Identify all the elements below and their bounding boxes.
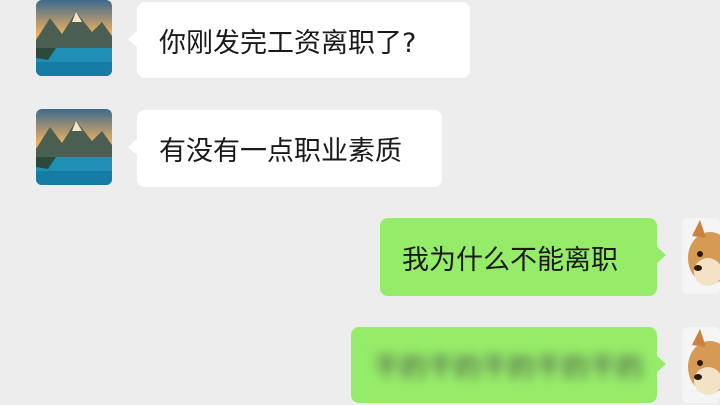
message-text-blurred: 干的干的干的干的干的 [373,352,643,384]
shiba-dog-icon [682,327,720,403]
message-text: 我为什么不能离职 [402,244,618,276]
shiba-dog-avatar[interactable] [682,327,720,403]
mountain-lake-icon [36,109,112,185]
mountain-lake-avatar[interactable] [36,109,112,185]
message-bubble-sent[interactable]: 干的干的干的干的干的 [351,327,666,403]
message-bubble-received[interactable]: 有没有一点职业素质 [128,110,442,187]
shiba-dog-icon [682,218,720,294]
message-bubble-received[interactable]: 你刚发完工资离职了? [128,2,470,78]
shiba-dog-avatar[interactable] [682,218,720,294]
chat-window: 你刚发完工资离职了? 有没有一点职业素质 我为什么不能离职 干的干的干的干的干的 [0,0,720,405]
message-text: 有没有一点职业素质 [159,136,402,167]
message-text: 你刚发完工资离职了? [159,27,417,59]
mountain-lake-avatar[interactable] [36,0,112,76]
mountain-lake-icon [36,0,112,76]
message-bubble-sent[interactable]: 我为什么不能离职 [380,218,666,296]
